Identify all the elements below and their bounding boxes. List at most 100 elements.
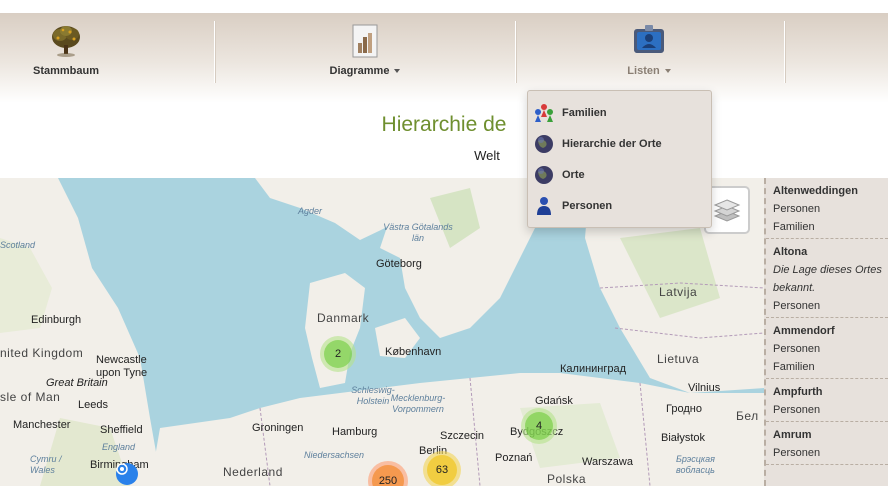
map-label: Agder (298, 206, 323, 216)
map-label: Калининград (560, 363, 627, 375)
place-entry: Altona Die Lage dieses Ortes bekannt. Pe… (766, 239, 888, 318)
map-label: Cymru / Wales (30, 454, 62, 475)
layers-icon (713, 199, 741, 222)
cluster-count: 2 (334, 348, 342, 360)
map-label: Брэсцкая вобласць (676, 454, 715, 475)
place-note: Die Lage dieses Ortes (773, 264, 882, 276)
map-label: Göteborg (376, 258, 422, 270)
menu-item-personen[interactable]: Personen (528, 192, 713, 220)
menu-item-familien[interactable]: Familien (528, 99, 713, 127)
place-link-personen[interactable]: Personen (773, 401, 882, 419)
menu-item-label: Hierarchie der Orte (562, 138, 662, 150)
place-link-personen[interactable]: Personen (773, 444, 882, 462)
place-entry: Altenweddingen Personen Familien (766, 178, 888, 239)
map-label: Scotland (0, 240, 36, 250)
id-card-icon (631, 23, 667, 59)
map-label: Гродно (666, 403, 702, 415)
menu-item-orte[interactable]: Orte (528, 161, 713, 189)
place-name: Ampfurth (773, 386, 823, 398)
place-entry: Ammendorf Personen Familien (766, 318, 888, 379)
nav-label: Stammbaum (32, 65, 100, 77)
person-icon (534, 196, 554, 216)
map-label: Polska (547, 472, 587, 486)
nav-stammbaum[interactable]: Stammbaum (20, 13, 112, 103)
bar-chart-document-icon (347, 23, 383, 59)
map-label: Manchester (13, 419, 71, 431)
top-strip (0, 0, 888, 13)
menu-item-label: Familien (562, 107, 607, 119)
map-label: England (102, 442, 136, 452)
map-label: Niedersachsen (304, 450, 365, 460)
place-name: Altona (773, 246, 808, 258)
listen-dropdown-menu: Familien Hierarchie der Orte Orte Person… (527, 90, 712, 228)
main-navbar: Stammbaum Diagramme Listen (0, 13, 888, 103)
globe-icon (534, 134, 554, 154)
map-label: Sheffield (100, 424, 143, 436)
map-marker[interactable] (116, 463, 138, 485)
map-label: Białystok (661, 432, 706, 444)
menu-item-hierarchie-der-orte[interactable]: Hierarchie der Orte (528, 130, 713, 158)
map-label: Бел (736, 409, 759, 423)
map-label: Lietuva (657, 352, 700, 366)
cluster-count: 63 (435, 464, 449, 476)
map-label: Mecklenburg-Vorpommern (390, 393, 446, 414)
map-label: Gdańsk (535, 395, 573, 407)
caret-down-icon (394, 69, 401, 74)
nav-label: Diagramme (330, 65, 401, 77)
map-label: Västra Götalands län (383, 222, 453, 243)
target-icon (116, 463, 128, 475)
map-cluster-inner: 2 (324, 340, 352, 368)
caret-down-icon (664, 69, 671, 74)
place-link-personen[interactable]: Personen (773, 340, 882, 358)
place-name: Ammendorf (773, 325, 835, 337)
map-label: Edinburgh (31, 314, 82, 326)
nav-separator (515, 21, 516, 83)
page-title: Hierarchie de (0, 113, 888, 137)
map-label: Warszawa (582, 456, 633, 468)
map-label: sle of Man (0, 390, 61, 404)
map-label: Danmark (317, 311, 370, 325)
place-link-personen[interactable]: Personen (773, 297, 882, 315)
menu-item-label: Personen (562, 200, 613, 212)
nav-label-text: Listen (627, 65, 660, 77)
map-cluster-inner: 250 (372, 465, 404, 486)
family-icon (534, 103, 554, 123)
place-link-familien[interactable]: Familien (773, 358, 882, 376)
map-label: København (385, 346, 442, 358)
place-link-familien[interactable]: Familien (773, 218, 882, 236)
map-label: Nederland (223, 465, 283, 479)
map-label: Latvija (659, 285, 698, 299)
page-title-text: Hierarchie de (381, 113, 507, 136)
place-name: Altenweddingen (773, 185, 858, 197)
tree-icon (48, 23, 84, 59)
map-label: Leeds (78, 399, 108, 411)
nav-separator (784, 21, 785, 83)
map-label: nited Kingdom (0, 346, 84, 360)
map-label: Great Britain (46, 377, 108, 389)
nav-label: Listen (627, 65, 671, 77)
place-link-personen[interactable]: Personen (773, 200, 882, 218)
nav-separator (214, 21, 215, 83)
place-name: Amrum (773, 429, 812, 441)
nav-label-text: Diagramme (329, 65, 390, 77)
cluster-count: 250 (378, 475, 398, 486)
map-label: Vilnius (688, 382, 721, 394)
map-label: Groningen (252, 422, 304, 434)
map-label: Szczecin (440, 430, 485, 442)
map-cluster-inner: 63 (427, 455, 457, 485)
map-label: Hamburg (332, 426, 378, 438)
map-cluster-inner: 4 (525, 412, 553, 440)
map-cluster[interactable]: 63 (423, 451, 461, 486)
menu-item-label: Orte (562, 169, 585, 181)
map-cluster[interactable]: 4 (521, 408, 557, 444)
map-cluster[interactable]: 2 (320, 336, 356, 372)
nav-diagramme[interactable]: Diagramme (315, 13, 415, 103)
place-entry: Amrum Personen (766, 422, 888, 465)
place-list-sidebar: Altenweddingen Personen Familien Altona … (764, 178, 888, 486)
cluster-count: 4 (535, 420, 543, 432)
map-label: Poznań (495, 452, 533, 464)
globe-icon (534, 165, 554, 185)
place-entry: Ampfurth Personen (766, 379, 888, 422)
page-subtitle: Welt (474, 148, 500, 163)
place-note: bekannt. (773, 282, 816, 294)
